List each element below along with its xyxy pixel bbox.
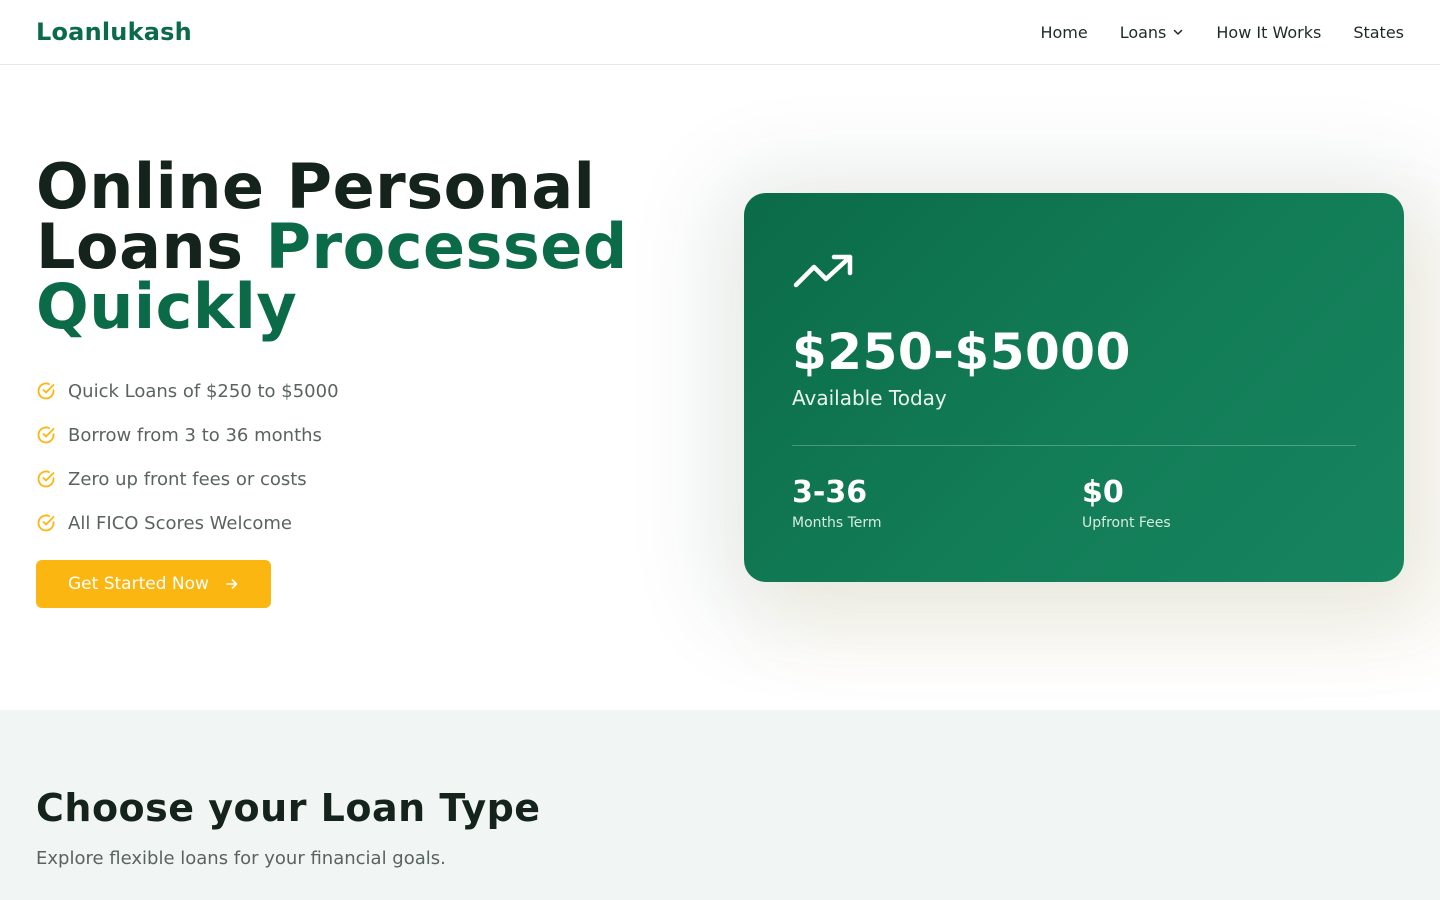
hero-title: Online Personal Loans Processed Quickly [36,156,676,338]
feature-item: Quick Loans of $250 to $5000 [36,369,676,413]
feature-text: Quick Loans of $250 to $5000 [68,380,339,402]
hero-content: Online Personal Loans Processed Quickly … [36,156,676,608]
check-circle-icon [37,426,55,444]
chevron-down-icon [1174,29,1183,35]
check-circle-icon [37,382,55,400]
loan-types-title: Choose your Loan Type [36,786,541,830]
get-started-label: Get Started Now [68,574,209,594]
nav-states[interactable]: States [1353,23,1404,42]
stat-term-value: 3-36 [792,475,868,510]
loan-availability: Available Today [792,386,947,410]
stat-fees-label: Upfront Fees [1082,515,1171,531]
nav-states-label: States [1353,22,1404,42]
stat-term-label: Months Term [792,515,882,531]
feature-text: Zero up front fees or costs [68,468,307,490]
loan-types-subtitle: Explore flexible loans for your financia… [36,848,446,869]
nav-home-label: Home [1040,22,1088,42]
card-divider [792,445,1356,446]
nav-how-it-works-label: How It Works [1216,22,1322,42]
check-circle-icon [37,470,55,488]
get-started-button[interactable]: Get Started Now [36,560,271,608]
stat-term: 3-36 Months Term [792,475,882,531]
feature-list: Quick Loans of $250 to $5000 Borrow from… [36,369,676,545]
nav-loans-dropdown[interactable]: Loans [1120,23,1185,42]
feature-text: All FICO Scores Welcome [68,512,293,534]
feature-item: Zero up front fees or costs [36,457,676,501]
nav-how-it-works[interactable]: How It Works [1216,23,1321,42]
logo[interactable]: Loanlukash [36,18,192,46]
main-nav: Home Loans How It Works States [1040,23,1404,42]
hero-section: Online Personal Loans Processed Quickly … [0,65,1440,710]
feature-text: Borrow from 3 to 36 months [68,424,322,446]
stat-fees-value: $0 [1082,475,1124,510]
stat-fees: $0 Upfront Fees [1082,475,1171,531]
loan-types-section: Choose your Loan Type Explore flexible l… [0,710,1440,900]
nav-loans-label: Loans [1119,22,1167,42]
hero-title-line2-accent: Processed [265,210,628,283]
arrow-right-icon [226,579,238,589]
site-header: Loanlukash Home Loans How It Works State… [0,0,1440,65]
loan-amount: $250-$5000 [792,323,1131,381]
check-circle-icon [37,514,55,532]
feature-item: Borrow from 3 to 36 months [36,413,676,457]
hero-title-line3-accent: Quickly [36,270,298,343]
trending-up-icon [793,254,853,288]
feature-item: All FICO Scores Welcome [36,501,676,545]
loan-amount-card: $250-$5000 Available Today 3-36 Months T… [744,193,1404,582]
nav-home[interactable]: Home [1040,23,1087,42]
